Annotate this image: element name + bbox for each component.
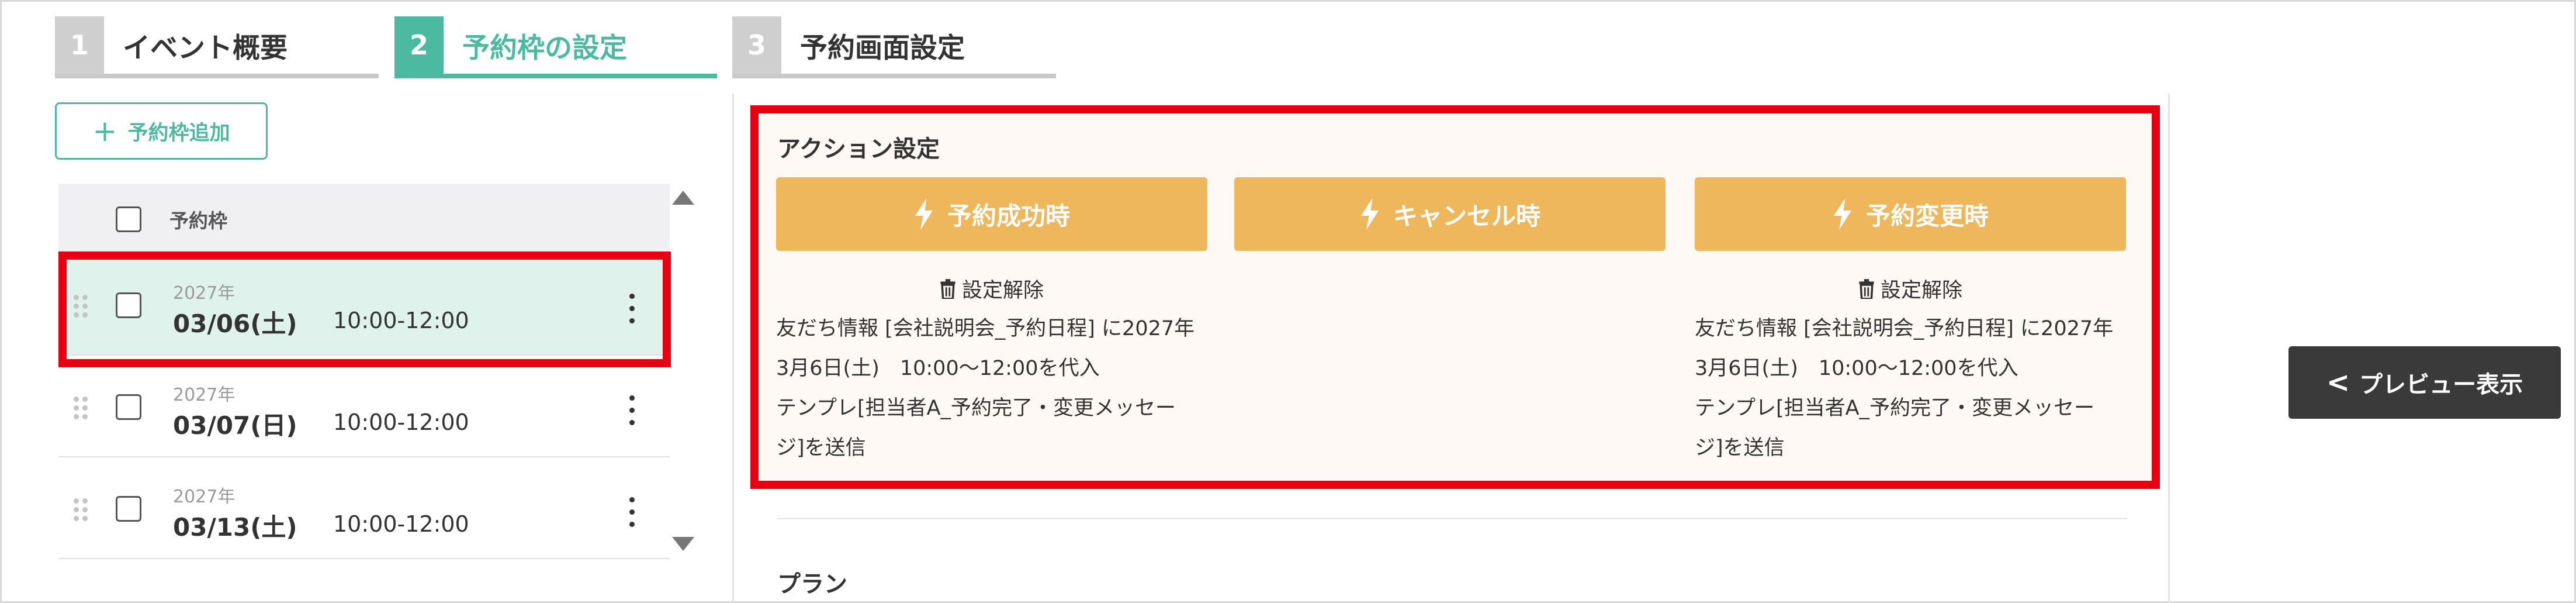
preview-toggle-button[interactable]: < プレビュー表示 [2288,346,2561,419]
drag-handle-icon[interactable] [72,395,90,421]
slot-checkbox[interactable] [116,292,141,318]
step-label: 予約画面設定 [800,32,965,64]
description-line: ジ]を送信 [776,436,866,460]
description-line: 3月6日(土) 10:00〜12:00を代入 [776,357,1100,380]
action-settings-title: アクション設定 [777,136,940,163]
on-reservation-success-button[interactable]: 予約成功時 [776,177,1207,251]
unset-label: 設定解除 [961,279,1044,302]
section-divider [777,518,2127,519]
drag-handle-icon[interactable] [72,294,90,319]
preview-button-label: プレビュー表示 [2359,371,2523,398]
chevron-left-icon: < [2326,366,2350,399]
lightning-icon [915,198,933,230]
slot-row[interactable]: 2027年 03/13(土) 10:00-12:00 [58,459,670,559]
lightning-icon [1833,198,1851,230]
description-line: 友だち情報 [会社説明会_予約日程] に2027年 [776,317,1195,340]
select-all-checkbox[interactable] [116,206,141,232]
add-slot-button[interactable]: + 予約枠追加 [55,102,268,160]
slot-checkbox[interactable] [116,394,141,420]
more-menu-icon[interactable] [625,495,639,530]
scroll-up-arrow-icon[interactable] [672,191,694,205]
slot-row[interactable]: 2027年 03/06(土) 10:00-12:00 [58,255,670,356]
slot-date: 03/13(土) [173,513,297,542]
lightning-icon [1360,198,1379,230]
unset-label: 設定解除 [1880,279,1962,302]
slot-checkbox[interactable] [116,496,141,522]
description-line: ジ]を送信 [1695,436,1785,460]
slot-year: 2027年 [173,283,236,304]
more-menu-icon[interactable] [625,393,639,428]
slot-time: 10:00-12:00 [333,308,469,333]
step-label: イベント概要 [123,32,288,64]
slot-row[interactable]: 2027年 03/07(日) 10:00-12:00 [58,357,670,457]
step-number: 1 [55,16,104,74]
action-button-label: キャンセル時 [1393,201,1540,230]
slot-date: 03/06(土) [173,309,297,338]
slot-time: 10:00-12:00 [333,511,469,537]
action-button-label: 予約成功時 [947,201,1070,230]
panel-divider-right [2168,94,2170,603]
slot-list-header: 予約枠 [58,184,670,255]
change-action-description: 友だち情報 [会社説明会_予約日程] に2027年 3月6日(土) 10:00〜… [1695,309,2130,468]
panel-divider-left [732,94,734,603]
unset-success-link[interactable]: 設定解除 [776,274,1207,304]
description-line: テンプレ[担当者A_予約完了・変更メッセー [1695,397,2095,420]
unset-change-link[interactable]: 設定解除 [1695,274,2126,304]
slot-time: 10:00-12:00 [333,409,469,435]
trash-icon [1859,278,1874,299]
description-line: 3月6日(土) 10:00〜12:00を代入 [1695,357,2018,380]
action-button-label: 予約変更時 [1865,201,1989,230]
step-tab-reservation-screen[interactable]: 3 予約画面設定 [732,16,1056,78]
plan-section-title: プラン [777,571,847,598]
description-line: 友だち情報 [会社説明会_予約日程] に2027年 [1695,317,2114,340]
drag-handle-icon[interactable] [72,497,90,523]
slot-year: 2027年 [173,385,236,405]
more-menu-icon[interactable] [625,291,639,326]
step-tab-event-overview[interactable]: 1 イベント概要 [55,16,379,78]
on-cancel-button[interactable]: キャンセル時 [1234,177,1666,251]
trash-icon [940,278,955,299]
slot-column-header: 予約枠 [169,209,227,232]
on-reservation-change-button[interactable]: 予約変更時 [1695,177,2126,251]
scroll-down-arrow-icon[interactable] [672,537,694,551]
slot-year: 2027年 [173,487,236,507]
step-tab-slot-settings[interactable]: 2 予約枠の設定 [394,16,717,78]
add-slot-label: 予約枠追加 [127,121,230,145]
plus-icon: + [92,114,117,148]
step-number: 2 [394,16,444,74]
step-number: 3 [732,16,781,74]
description-line: テンプレ[担当者A_予約完了・変更メッセー [776,397,1176,420]
slot-date: 03/07(日) [173,411,297,440]
success-action-description: 友だち情報 [会社説明会_予約日程] に2027年 3月6日(土) 10:00〜… [776,309,1211,468]
step-label: 予約枠の設定 [462,32,627,64]
